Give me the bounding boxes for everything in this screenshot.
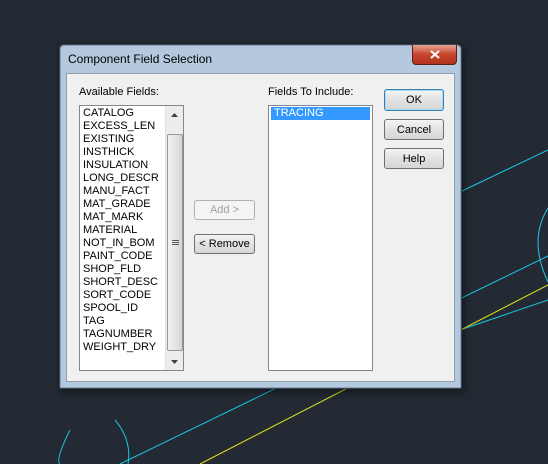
add-button[interactable]: Add > [194, 200, 255, 220]
scroll-up-arrow[interactable] [166, 106, 183, 123]
cad-arc [114, 419, 130, 464]
dialog-body: Available Fields: Fields To Include: CAT… [66, 73, 455, 382]
ok-button[interactable]: OK [384, 89, 444, 111]
component-field-selection-dialog: Component Field Selection Available Fiel… [59, 44, 462, 389]
close-button[interactable] [412, 45, 457, 65]
available-fields-list[interactable]: CATALOG EXCESS_LEN EXISTING INSTHICK INSULAT… [79, 105, 184, 371]
cad-line [459, 149, 548, 193]
close-icon [429, 50, 440, 59]
cad-arc [537, 207, 548, 283]
grip-icon [171, 240, 179, 245]
list-item[interactable]: TRACING [271, 107, 370, 120]
chevron-up-icon [171, 112, 178, 117]
scroll-down-arrow[interactable] [166, 353, 183, 370]
dialog-title: Component Field Selection [68, 52, 213, 66]
cad-arc [58, 429, 71, 464]
title-bar[interactable]: Component Field Selection [60, 45, 461, 73]
available-fields-label: Available Fields: [79, 86, 159, 98]
available-fields-scrollbar[interactable] [165, 106, 183, 370]
cancel-button[interactable]: Cancel [384, 119, 444, 140]
help-button[interactable]: Help [384, 148, 444, 169]
scroll-thumb[interactable] [167, 134, 183, 351]
cad-line [459, 299, 548, 331]
remove-button[interactable]: < Remove [194, 234, 255, 254]
chevron-down-icon [171, 359, 178, 364]
fields-to-include-list[interactable]: TRACING [268, 105, 373, 371]
fields-to-include-label: Fields To Include: [268, 86, 354, 98]
